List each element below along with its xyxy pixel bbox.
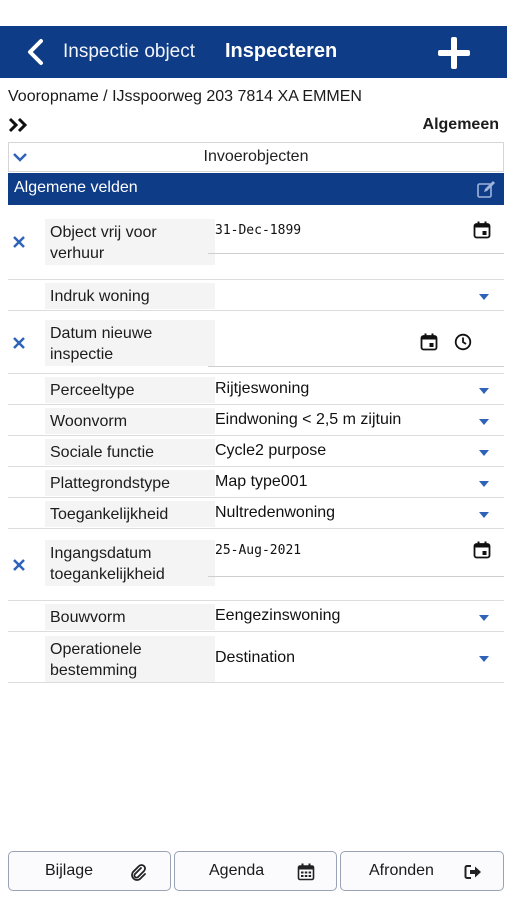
- dropdown-caret-icon[interactable]: [478, 614, 490, 622]
- field-row: Object vrij voor verhuur 31-Dec-1899: [8, 213, 504, 280]
- calendar-icon[interactable]: [473, 221, 491, 239]
- agenda-button[interactable]: Agenda: [174, 851, 337, 891]
- clock-icon[interactable]: [454, 333, 472, 351]
- field-label: Perceeltype: [45, 377, 215, 403]
- field-row: Woonvorm Eindwoning < 2,5 m zijtuin: [8, 406, 504, 436]
- sign-out-icon: [464, 865, 481, 879]
- field-label: Plattegrondstype: [45, 470, 215, 496]
- field-row: Indruk woning: [8, 281, 504, 311]
- dropdown-caret-icon[interactable]: [478, 655, 490, 663]
- field-value-select[interactable]: Destination: [215, 649, 295, 667]
- section-label: Algemeen: [422, 116, 499, 133]
- field-row: Toegankelijkheid Nultredenwoning: [8, 499, 504, 529]
- finish-label: Afronden: [369, 862, 434, 879]
- field-value-date[interactable]: 25-Aug-2021: [215, 543, 301, 558]
- agenda-label: Agenda: [209, 862, 265, 879]
- field-row: Perceeltype Rijtjeswoning: [8, 375, 504, 405]
- dropdown-caret-icon[interactable]: [478, 293, 490, 301]
- page-title: Inspecteren: [225, 40, 338, 62]
- field-value-select[interactable]: Map type001: [215, 473, 308, 491]
- double-chevron-right-icon[interactable]: [8, 116, 30, 134]
- paperclip-icon: [131, 864, 146, 881]
- general-fields-bar: Algemene velden: [8, 173, 504, 205]
- dropdown-caret-icon[interactable]: [478, 511, 490, 519]
- dropdown-caret-icon[interactable]: [478, 418, 490, 426]
- plus-icon[interactable]: [436, 35, 472, 71]
- field-label: Sociale functie: [45, 439, 215, 465]
- field-row: Datum nieuwe inspectie: [8, 312, 504, 374]
- input-underline: [208, 576, 504, 577]
- edit-icon[interactable]: [477, 180, 496, 199]
- field-row: Plattegrondstype Map type001: [8, 468, 504, 498]
- field-label: Woonvorm: [45, 408, 215, 434]
- input-objects-label: Invoerobjecten: [203, 148, 309, 165]
- back-chevron-icon[interactable]: [22, 38, 50, 66]
- back-label[interactable]: Inspectie object: [63, 41, 195, 63]
- input-underline: [208, 253, 504, 254]
- field-label: Toegankelijkheid: [45, 501, 215, 527]
- calendar-grid-icon: [297, 863, 315, 881]
- finish-button[interactable]: Afronden: [340, 851, 504, 891]
- field-value-select[interactable]: Cycle2 purpose: [215, 442, 326, 460]
- dropdown-caret-icon[interactable]: [478, 449, 490, 457]
- input-underline: [208, 366, 504, 367]
- clear-icon[interactable]: [12, 235, 26, 249]
- general-fields-title: Algemene velden: [14, 179, 138, 196]
- field-label: Operationele bestemming: [45, 636, 215, 682]
- field-label: Bouwvorm: [45, 604, 215, 630]
- field-row: Sociale functie Cycle2 purpose: [8, 437, 504, 467]
- field-value-select[interactable]: Eengezinswoning: [215, 607, 340, 625]
- field-value-select[interactable]: Nultredenwoning: [215, 504, 335, 522]
- field-value-select[interactable]: Rijtjeswoning: [215, 380, 309, 398]
- field-row: Ingangsdatum toegankelijkheid 25-Aug-202…: [8, 530, 504, 601]
- field-label: Indruk woning: [45, 283, 215, 309]
- clear-icon[interactable]: [12, 336, 26, 350]
- attachment-label: Bijlage: [45, 862, 94, 879]
- field-value-select[interactable]: Eindwoning < 2,5 m zijtuin: [215, 411, 401, 429]
- address-breadcrumb: Vooropname / IJsspoorweg 203 7814 XA EMM…: [8, 88, 362, 105]
- field-row: Bouwvorm Eengezinswoning: [8, 602, 504, 632]
- clear-icon[interactable]: [12, 558, 26, 572]
- field-label: Ingangsdatum toegankelijkheid: [45, 540, 215, 586]
- input-objects-header[interactable]: Invoerobjecten: [8, 142, 504, 172]
- field-row: Operationele bestemming Destination: [8, 633, 504, 683]
- field-label: Datum nieuwe inspectie: [45, 320, 215, 366]
- calendar-icon[interactable]: [473, 541, 491, 559]
- top-bar: Inspectie object Inspecteren: [0, 26, 507, 78]
- field-label: Object vrij voor verhuur: [45, 219, 215, 265]
- calendar-icon[interactable]: [420, 333, 438, 351]
- field-value-date[interactable]: 31-Dec-1899: [215, 223, 301, 238]
- dropdown-caret-icon[interactable]: [478, 480, 490, 488]
- attachment-button[interactable]: Bijlage: [8, 851, 171, 891]
- dropdown-caret-icon[interactable]: [478, 387, 490, 395]
